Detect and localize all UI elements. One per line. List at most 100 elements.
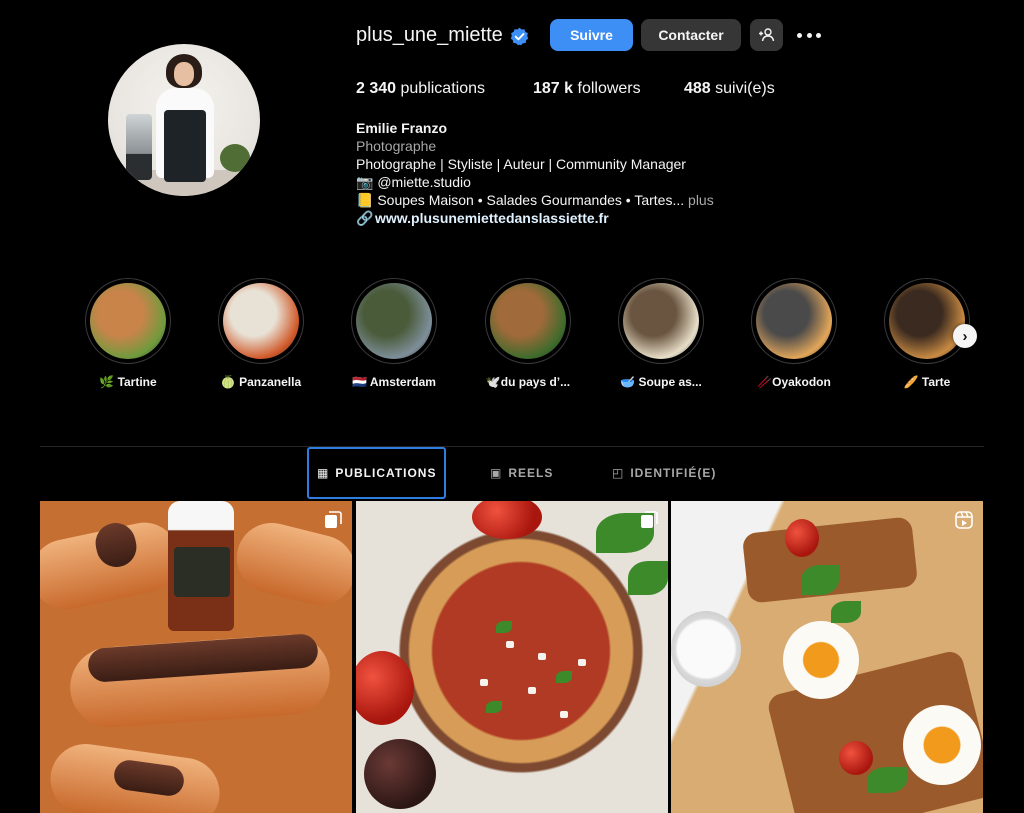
post-food [480, 679, 488, 686]
highlight-item[interactable]: 🇳🇱 Amsterdam [351, 278, 437, 389]
highlight-label: 🥢Oyakodon [757, 375, 831, 389]
highlight-item[interactable]: 🕊️du pays d’... [485, 278, 571, 389]
post-food [867, 767, 907, 793]
add-person-icon [758, 28, 774, 42]
bio-name: Emilie Franzo [356, 120, 448, 136]
highlight-cover [223, 283, 299, 359]
highlight-label: 🥖 Tarte [903, 375, 951, 389]
link-icon: 🔗 [356, 210, 374, 226]
more-dot [816, 32, 821, 38]
post-food [229, 515, 352, 613]
post-food [801, 565, 839, 595]
post-food [528, 687, 536, 694]
highlight-label: 🌿 Tartine [99, 375, 157, 389]
avatar-plant [220, 144, 250, 172]
follow-button[interactable]: Suivre [550, 19, 633, 51]
more-dot [797, 32, 802, 38]
post-food [496, 621, 512, 633]
highlight-item[interactable]: 🥣 Soupe as... [618, 278, 704, 389]
highlight-label: 🕊️du pays d’... [485, 375, 571, 389]
post-food [506, 641, 514, 648]
bio-line: 📒 Soupes Maison • Salades Gourmandes • T… [356, 191, 714, 209]
highlight-ring [884, 278, 970, 364]
post-food [628, 561, 668, 595]
add-user-button[interactable] [750, 19, 783, 51]
highlight-ring [218, 278, 304, 364]
post-food [472, 501, 542, 539]
bio-link-text: www.plusunemiettedanslassiette.fr [375, 210, 609, 226]
followers-label: followers [577, 80, 641, 97]
highlight-item[interactable]: 🥢Oyakodon [751, 278, 837, 389]
avatar-blender [126, 114, 152, 180]
posts-label: publications [400, 80, 486, 97]
tab-tagged[interactable]: ◰ IDENTIFIÉ(E) [612, 447, 716, 499]
post-thumbnail[interactable] [40, 501, 352, 813]
bio-line-text: 📒 Soupes Maison • Salades Gourmandes • T… [356, 192, 685, 208]
post-food [783, 621, 859, 699]
bio-category: Photographe [356, 138, 437, 154]
followers-count: 187 k [533, 80, 574, 97]
stat-following[interactable]: 488 suivi(e)s [684, 80, 775, 98]
highlight-item[interactable]: 🍈 Panzanella [218, 278, 304, 389]
profile-avatar[interactable] [108, 44, 260, 196]
tagged-person-icon: ◰ [612, 466, 625, 480]
post-food [556, 671, 572, 683]
verified-badge-icon [510, 27, 529, 46]
post-food [364, 739, 436, 809]
reels-icon: ▣ [490, 466, 503, 480]
highlight-item[interactable]: 🥖 Tarte [884, 278, 970, 389]
post-thumbnail[interactable] [671, 501, 983, 813]
tab-publications[interactable]: ▦ PUBLICATIONS [307, 447, 447, 499]
highlight-cover [623, 283, 699, 359]
stat-followers[interactable]: 187 k followers [533, 80, 641, 98]
highlight-ring [618, 278, 704, 364]
highlight-cover [756, 283, 832, 359]
more-dot [806, 32, 812, 38]
tab-label: IDENTIFIÉ(E) [630, 466, 717, 480]
highlight-ring [85, 278, 171, 364]
post-food [903, 705, 981, 785]
post-food [538, 653, 546, 660]
post-bottle-label [174, 547, 230, 597]
post-food [839, 741, 873, 775]
post-food [578, 659, 586, 666]
post-food [486, 701, 502, 713]
highlight-label: 🥣 Soupe as... [620, 375, 702, 389]
carousel-icon [324, 511, 342, 529]
highlight-label: 🍈 Panzanella [220, 375, 302, 389]
avatar-face [174, 62, 194, 86]
bio-more-link[interactable]: plus [688, 192, 714, 208]
post-food [560, 711, 568, 718]
posts-count: 2 340 [356, 80, 397, 97]
post-food [831, 601, 861, 623]
following-count: 488 [684, 80, 711, 97]
carousel-icon [640, 511, 658, 529]
highlight-cover [90, 283, 166, 359]
contact-button[interactable]: Contacter [641, 19, 741, 51]
tab-label: REELS [508, 466, 554, 480]
highlight-cover [356, 283, 432, 359]
stat-posts: 2 340 publications [356, 80, 485, 98]
more-options-button[interactable] [797, 25, 821, 45]
post-salt-bowl [671, 611, 741, 687]
highlights-next-button[interactable]: › [953, 324, 977, 348]
highlight-item[interactable]: 🌿 Tartine [85, 278, 171, 389]
highlight-ring [751, 278, 837, 364]
profile-username: plus_une_miette [356, 24, 503, 46]
avatar-apron [164, 110, 206, 182]
following-label: suivi(e)s [715, 80, 775, 97]
bio-website-link[interactable]: 🔗 www.plusunemiettedanslassiette.fr [356, 209, 609, 227]
post-thumbnail[interactable] [356, 501, 668, 813]
highlight-cover [490, 283, 566, 359]
highlight-ring [485, 278, 571, 364]
bio-line: Photographe | Styliste | Auteur | Commun… [356, 156, 686, 172]
tab-reels[interactable]: ▣ REELS [490, 447, 553, 499]
post-food [356, 651, 414, 725]
highlight-ring [351, 278, 437, 364]
grid-icon: ▦ [317, 466, 330, 480]
tab-label: PUBLICATIONS [335, 466, 437, 480]
highlight-label: 🇳🇱 Amsterdam [352, 375, 436, 389]
post-food [785, 519, 819, 557]
bio-line: 📷 @miette.studio [356, 174, 471, 190]
reels-badge-icon [955, 511, 973, 529]
